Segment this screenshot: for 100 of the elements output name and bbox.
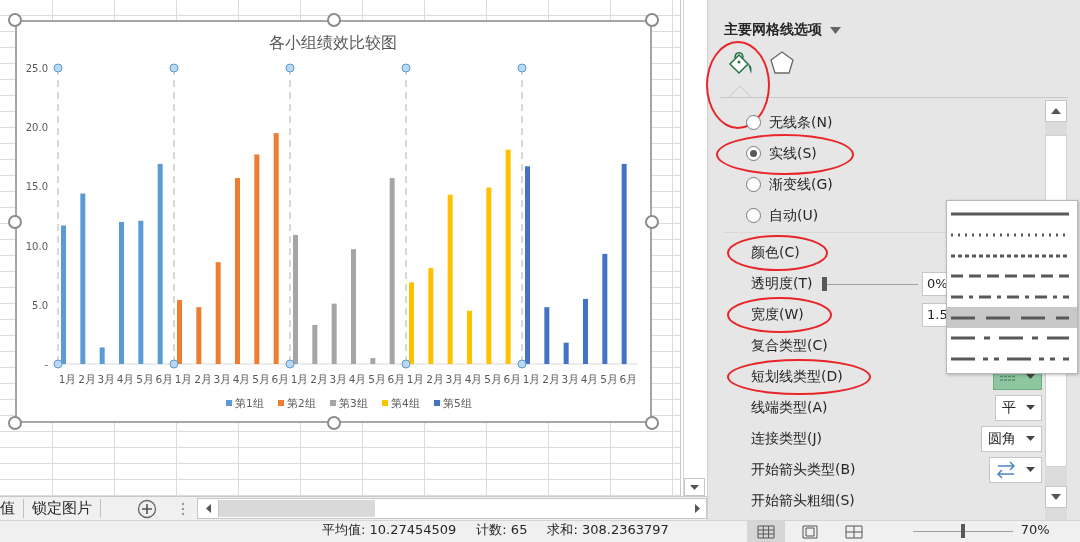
zoom-thumb[interactable] bbox=[960, 524, 965, 538]
resize-handle[interactable] bbox=[326, 13, 341, 27]
zoom-slider[interactable] bbox=[912, 521, 1013, 541]
up-arrow-icon bbox=[1051, 108, 1061, 114]
view-button[interactable] bbox=[746, 521, 785, 542]
dash-style-option[interactable] bbox=[947, 286, 1077, 308]
slider-track[interactable] bbox=[822, 276, 918, 291]
chart-bar bbox=[563, 342, 569, 364]
line-style-icon bbox=[951, 356, 1069, 363]
radio-option[interactable]: 实线(S) bbox=[746, 144, 817, 163]
chart-bar bbox=[196, 307, 202, 364]
radio-option[interactable]: 无线条(N) bbox=[746, 113, 833, 132]
slider-thumb[interactable] bbox=[822, 276, 828, 291]
chart-bar bbox=[370, 358, 376, 364]
radio-indicator[interactable] bbox=[746, 208, 761, 223]
property-label: 线端类型(A) bbox=[751, 398, 828, 417]
down-arrow-icon bbox=[690, 484, 699, 490]
down-arrow-icon bbox=[1051, 494, 1061, 500]
scroll-down-button[interactable] bbox=[1045, 486, 1067, 508]
axis-label: 4月 bbox=[580, 373, 599, 385]
property-label: 复合类型(C) bbox=[751, 336, 828, 355]
axis-label: 4月 bbox=[464, 373, 483, 385]
radio-indicator[interactable] bbox=[746, 177, 761, 192]
property-label: 透明度(T) bbox=[751, 274, 813, 293]
status-text: 平均值: 10.27454509 bbox=[322, 521, 457, 539]
axis-label: 4月 bbox=[232, 373, 251, 385]
chart-bar bbox=[467, 310, 472, 364]
arrow-type-dropdown[interactable] bbox=[989, 456, 1042, 483]
horizontal-scrollbar[interactable] bbox=[197, 498, 707, 519]
chart-bar bbox=[583, 298, 588, 364]
dash-style-option[interactable] bbox=[947, 328, 1077, 349]
axis-label: 6月 bbox=[155, 373, 174, 385]
resize-handle[interactable] bbox=[8, 214, 22, 229]
axis-label: 5.0 bbox=[32, 299, 48, 311]
scroll-up-button[interactable] bbox=[1045, 100, 1067, 122]
resize-handle[interactable] bbox=[645, 13, 659, 27]
chart-area[interactable]: 各小组绩效比较图 - 5.0 10.0 15.0 20.0 25.0 1月 2月 3月 4月 5月 6月 1月 2月 3月 4月 5月 6月 1月 2月 3月 4月 5月 6月 1月 2月 3月 4月 5月 6月 1月 2月 3月 4月 5月 6月 第1组 第2组 第3组 第4组 第5组 bbox=[15, 20, 652, 423]
property-label: 颜色(C) bbox=[751, 243, 800, 262]
axis-label: 1月 bbox=[290, 373, 309, 385]
resize-handle[interactable] bbox=[8, 13, 22, 27]
axis-label: 6月 bbox=[387, 373, 406, 385]
legend-label: 第3组 bbox=[339, 397, 368, 409]
axis-label: 10.0 bbox=[25, 240, 48, 252]
paint-bucket-icon bbox=[726, 49, 754, 77]
axis-label: 5月 bbox=[252, 373, 270, 385]
line-style-icon bbox=[951, 294, 1069, 301]
property-label: 短划线类型(D) bbox=[751, 367, 843, 386]
sheet-tab[interactable]: 锁定图片 bbox=[24, 499, 101, 518]
chart-bar bbox=[177, 300, 182, 364]
add-sheet-icon[interactable] bbox=[137, 498, 157, 519]
axis-label: 4月 bbox=[348, 373, 367, 385]
axis-label: 2月 bbox=[542, 373, 560, 385]
selection-handles-drawing[interactable] bbox=[53, 63, 527, 369]
chart-bar bbox=[331, 303, 337, 364]
caret-icon bbox=[1026, 467, 1035, 472]
property-label: 连接类型(J) bbox=[751, 429, 823, 448]
radio-indicator[interactable] bbox=[746, 115, 761, 130]
legend-label: 第2组 bbox=[287, 397, 316, 409]
axis-label: 3月 bbox=[213, 373, 232, 385]
dash-style-option[interactable] bbox=[947, 204, 1077, 225]
radio-option[interactable]: 渐变线(G) bbox=[746, 175, 833, 194]
axis-label: 1月 bbox=[58, 373, 77, 385]
axis-label: 3月 bbox=[445, 373, 464, 385]
axis-label: 3月 bbox=[329, 373, 348, 385]
dropdown-caret-icon[interactable] bbox=[830, 26, 841, 34]
radio-option[interactable]: 自动(U) bbox=[746, 206, 819, 225]
resize-handle[interactable] bbox=[8, 416, 22, 430]
columns-view-icon bbox=[844, 524, 863, 539]
line-style-icon bbox=[951, 314, 1069, 321]
legend-label: 第4组 bbox=[391, 397, 420, 409]
chart-bar bbox=[544, 307, 550, 364]
property-label: 开始箭头粗细(S) bbox=[751, 491, 855, 510]
dash-style-option[interactable] bbox=[947, 348, 1077, 370]
axis-label: 1月 bbox=[522, 373, 541, 385]
page-view-icon bbox=[801, 524, 818, 539]
double-arrow-icon bbox=[996, 460, 1016, 479]
axis-label: 5月 bbox=[136, 373, 154, 385]
chart-title: 各小组绩效比较图 bbox=[269, 33, 397, 52]
line-style-icon bbox=[951, 335, 1069, 342]
axis-label: 2月 bbox=[78, 373, 96, 385]
axis-label: 5月 bbox=[484, 373, 502, 385]
axis-label: 5月 bbox=[368, 373, 386, 385]
dash-style-option[interactable] bbox=[947, 307, 1077, 329]
line-style-icon bbox=[951, 252, 1069, 259]
legend-label: 第5组 bbox=[443, 397, 472, 409]
resize-handle[interactable] bbox=[645, 416, 659, 430]
drag-handle-icon[interactable] bbox=[181, 501, 185, 516]
caret-icon bbox=[1026, 436, 1035, 441]
sheet-tab[interactable]: 值 bbox=[0, 499, 24, 518]
scroll-down-button[interactable] bbox=[684, 478, 705, 497]
property-label: 开始箭头类型(B) bbox=[751, 460, 856, 479]
select-dropdown[interactable]: 圆角 bbox=[981, 425, 1042, 452]
line-style-icon bbox=[951, 211, 1069, 218]
select-dropdown[interactable]: 平 bbox=[995, 394, 1042, 421]
axis-label: 4月 bbox=[116, 373, 135, 385]
axis-label: 1月 bbox=[174, 373, 193, 385]
grid-view-icon bbox=[756, 524, 775, 539]
axis-label: 20.0 bbox=[25, 122, 48, 134]
radio-indicator[interactable] bbox=[746, 146, 761, 161]
chart-bar bbox=[312, 324, 318, 364]
